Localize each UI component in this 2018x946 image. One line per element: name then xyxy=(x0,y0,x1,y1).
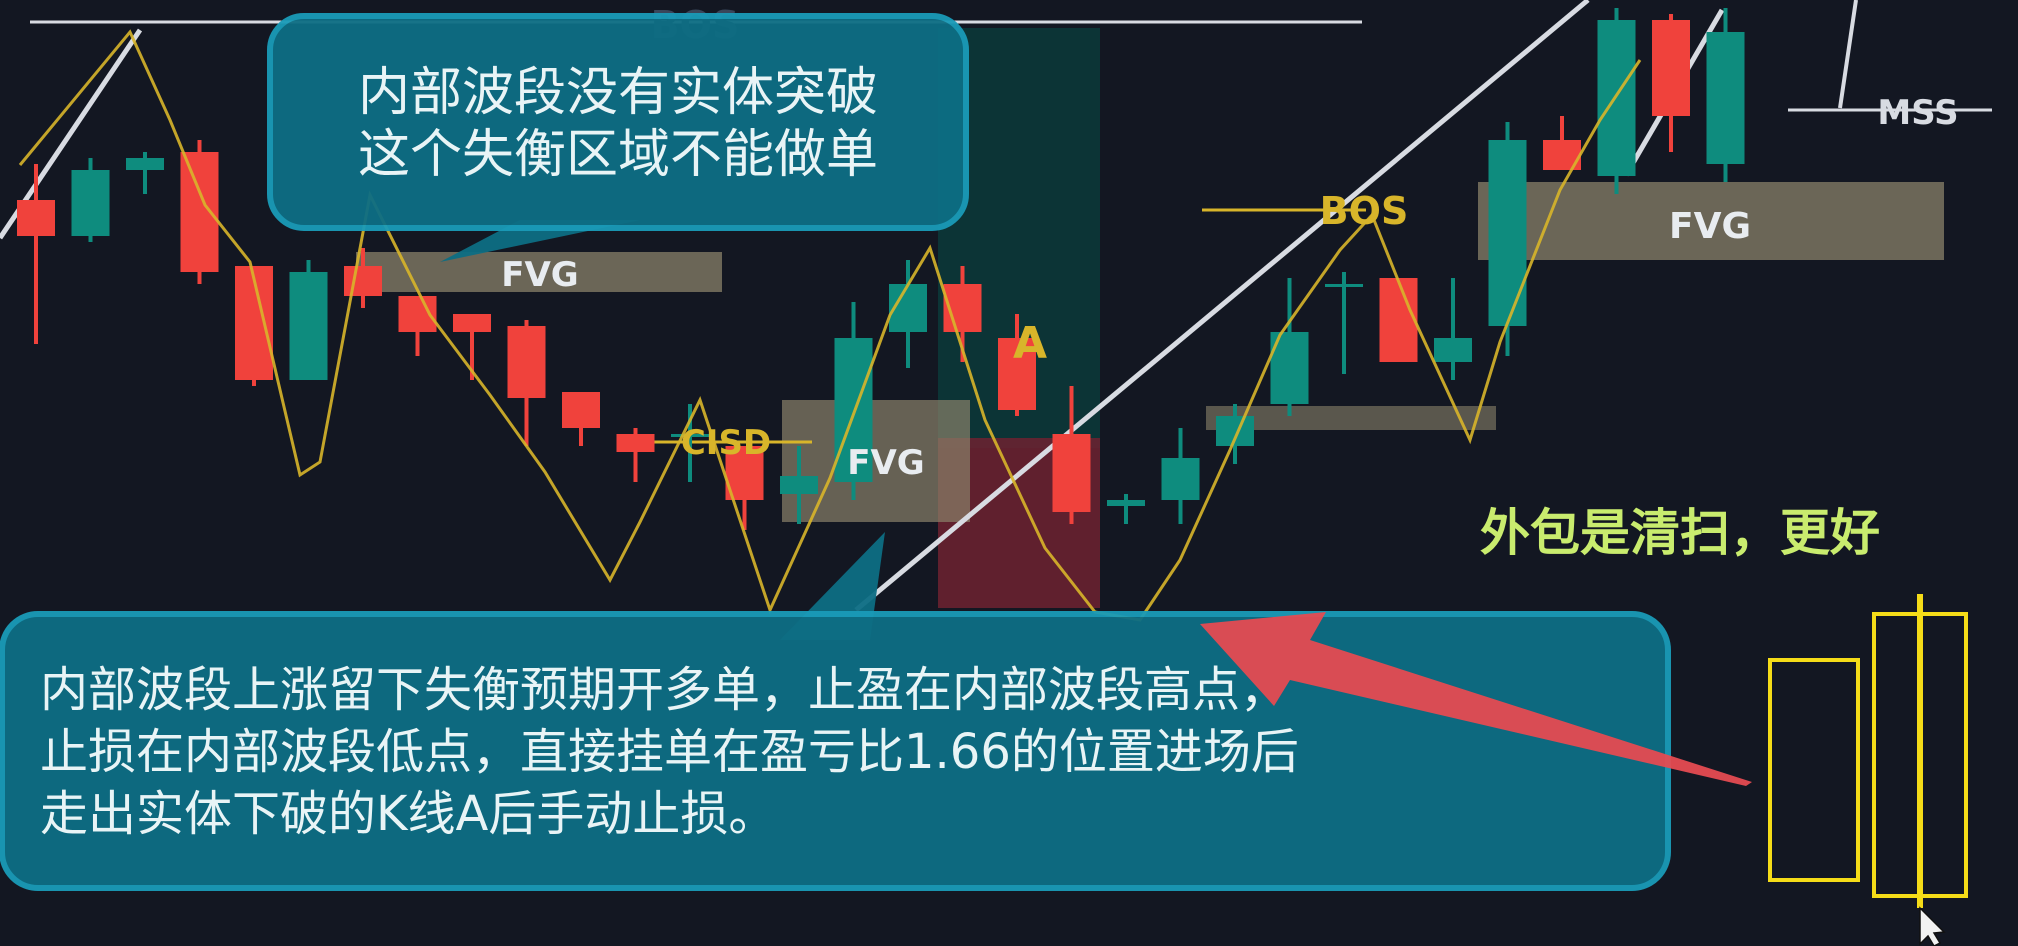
label-mss: MSS xyxy=(1877,93,1958,133)
mouse-cursor-icon xyxy=(1919,906,1946,946)
bullish-candle xyxy=(1325,284,1363,287)
bearish-candle xyxy=(562,392,600,428)
inner-candle-outline xyxy=(1768,658,1860,882)
callout-top-line-2: 这个失衡区域不能做单 xyxy=(358,125,878,185)
bullish-candle xyxy=(1706,32,1745,164)
label-fvg-2: FVG xyxy=(847,443,924,483)
mss-tick xyxy=(1838,0,1858,109)
chart-stage: BOS BOS MSS FVG FVG FVG CISD A 内部波段没有实体突… xyxy=(0,0,2018,946)
bullish-candle xyxy=(289,272,328,380)
bearish-candle xyxy=(1652,20,1690,116)
label-candle-a: A xyxy=(1013,318,1047,369)
label-cisd: CISD xyxy=(681,423,771,463)
bullish-candle xyxy=(1107,500,1145,506)
label-bos-right: BOS xyxy=(1320,189,1409,233)
callout-top: 内部波段没有实体突破 这个失衡区域不能做单 xyxy=(267,13,969,262)
callout-bottom-line-1: 内部波段上涨留下失衡预期开多单，止盈在内部波段高点， xyxy=(40,662,1288,718)
bullish-candle xyxy=(126,158,164,170)
callout-bottom-line-3: 走出实体下破的K线A后手动止损。 xyxy=(40,786,776,842)
candlestick-chart: BOS BOS MSS FVG FVG FVG CISD A 内部波段没有实体突… xyxy=(0,0,1992,946)
bearish-candle xyxy=(180,152,219,272)
bullish-candle xyxy=(1161,458,1200,500)
callout-top-line-1: 内部波段没有实体突破 xyxy=(358,63,878,123)
bearish-candle xyxy=(1379,278,1418,362)
bullish-candle xyxy=(780,476,818,494)
bearish-candle xyxy=(1052,434,1091,512)
side-note: 外包是清扫，更好 xyxy=(1480,504,1880,562)
bullish-candle xyxy=(1434,338,1472,362)
label-fvg-1: FVG xyxy=(501,255,578,295)
callout-bottom-line-2: 止损在内部波段低点，直接挂单在盈亏比1.66的位置进场后 xyxy=(40,724,1299,780)
bearish-candle xyxy=(616,434,655,452)
engulfing-illustration xyxy=(1768,594,1968,908)
bearish-candle xyxy=(17,200,55,236)
bearish-candle xyxy=(453,314,491,332)
bullish-candle xyxy=(71,170,110,236)
callout-bottom: 内部波段上涨留下失衡预期开多单，止盈在内部波段高点， 止损在内部波段低点，直接挂… xyxy=(0,532,1671,891)
bullish-candle xyxy=(1488,140,1527,326)
bearish-candle xyxy=(344,266,382,296)
bullish-candle xyxy=(1597,20,1636,176)
label-fvg-3: FVG xyxy=(1669,206,1751,247)
bearish-candle xyxy=(507,326,546,398)
